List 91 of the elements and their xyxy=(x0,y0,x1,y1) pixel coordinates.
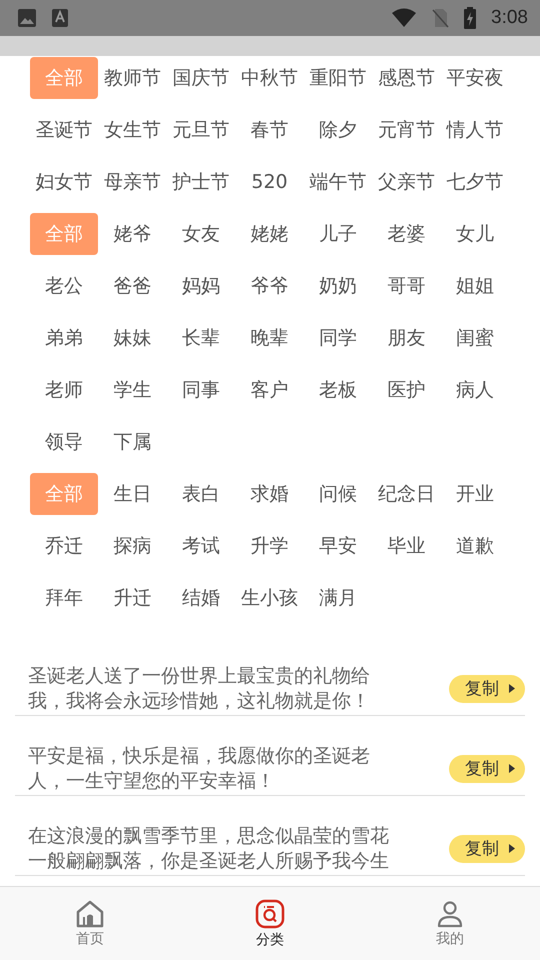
filter-tag[interactable]: 毕业 xyxy=(372,525,440,567)
filter-tag[interactable]: 护士节 xyxy=(167,161,235,203)
filter-tag[interactable]: 乔迁 xyxy=(30,525,98,567)
filter-tag[interactable]: 同事 xyxy=(167,369,235,411)
filter-tag[interactable]: 除夕 xyxy=(304,109,372,151)
filter-tag[interactable]: 弟弟 xyxy=(30,317,98,359)
battery-icon xyxy=(463,7,478,29)
filter-tag[interactable]: 表白 xyxy=(167,473,235,515)
filter-tag[interactable]: 拜年 xyxy=(30,577,98,619)
filter-tag[interactable]: 中秋节 xyxy=(236,57,304,99)
message-line: 在这浪漫的飘雪季节里，思念似晶莹的雪花 xyxy=(28,824,389,848)
filter-tag[interactable]: 圣诞节 xyxy=(30,109,98,151)
filter-tag[interactable]: 医护 xyxy=(372,369,440,411)
filter-tag[interactable]: 爷爷 xyxy=(236,265,304,307)
filter-tag[interactable]: 母亲节 xyxy=(98,161,166,203)
copy-button[interactable]: 复制 xyxy=(449,754,525,782)
filter-tag[interactable]: 开业 xyxy=(441,473,509,515)
filter-tag[interactable]: 老板 xyxy=(304,369,372,411)
filter-tag[interactable]: 道歉 xyxy=(441,525,509,567)
filter-tag[interactable]: 纪念日 xyxy=(372,473,440,515)
filter-tag[interactable]: 老婆 xyxy=(372,213,440,255)
filter-tag[interactable]: 领导 xyxy=(30,421,98,463)
filter-tag[interactable]: 姥姥 xyxy=(236,213,304,255)
nav-tab[interactable]: 分类 xyxy=(180,887,360,960)
filter-tag[interactable]: 哥哥 xyxy=(372,265,440,307)
message-line: 平安是福，快乐是福，我愿做你的圣诞老 xyxy=(28,744,370,768)
filter-tag[interactable]: 七夕节 xyxy=(441,161,509,203)
filter-tag[interactable]: 求婚 xyxy=(236,473,304,515)
caret-icon xyxy=(509,684,515,693)
caret-icon xyxy=(509,844,515,853)
message-line: 我，我将会永远珍惜她，这礼物就是你！ xyxy=(28,688,370,714)
filter-tag[interactable]: 重阳节 xyxy=(304,57,372,99)
filter-tag[interactable]: 姐姐 xyxy=(441,265,509,307)
filter-tag[interactable]: 姥爷 xyxy=(98,213,166,255)
font-icon xyxy=(51,8,69,28)
filter-tag[interactable]: 爸爸 xyxy=(98,265,166,307)
filter-tag[interactable]: 闺蜜 xyxy=(441,317,509,359)
filter-tag[interactable]: 国庆节 xyxy=(167,57,235,99)
filter-tag[interactable]: 客户 xyxy=(236,369,304,411)
filter-tag[interactable]: 端午节 xyxy=(304,161,372,203)
message-line: 圣诞老人送了一份世界上最宝贵的礼物给 xyxy=(28,664,370,688)
copy-button[interactable]: 复制 xyxy=(449,834,525,862)
filter-tag[interactable]: 下属 xyxy=(98,421,166,463)
filter-tag[interactable]: 女生节 xyxy=(98,109,166,151)
filter-tag[interactable]: 妹妹 xyxy=(98,317,166,359)
filter-tag[interactable]: 520 xyxy=(236,161,304,203)
filter-tag[interactable]: 元宵节 xyxy=(372,109,440,151)
filter-tag[interactable]: 儿子 xyxy=(304,213,372,255)
message-line: 人，一生守望您的平安幸福！ xyxy=(28,768,275,794)
no-sim-icon xyxy=(431,8,450,28)
filter-tag[interactable]: 问候 xyxy=(304,473,372,515)
filter-tag[interactable]: 教师节 xyxy=(98,57,166,99)
filter-tag[interactable]: 父亲节 xyxy=(372,161,440,203)
filter-tag[interactable]: 探病 xyxy=(98,525,166,567)
filter-tag[interactable]: 春节 xyxy=(236,109,304,151)
nav-tab[interactable]: 我的 xyxy=(360,887,540,960)
filter-tag[interactable]: 生小孩 xyxy=(236,577,304,619)
filter-tag[interactable]: 生日 xyxy=(98,473,166,515)
filter-tag[interactable]: 老公 xyxy=(30,265,98,307)
filter-tag[interactable]: 晚辈 xyxy=(236,317,304,359)
image-icon xyxy=(17,8,37,28)
filter-tag[interactable]: 同学 xyxy=(304,317,372,359)
filter-tag[interactable]: 考试 xyxy=(167,525,235,567)
house-icon xyxy=(75,900,105,928)
filter-tag[interactable]: 学生 xyxy=(98,369,166,411)
filter-tag[interactable]: 升迁 xyxy=(98,577,166,619)
filter-tag[interactable]: 女儿 xyxy=(441,213,509,255)
person-icon xyxy=(436,900,464,928)
filter-tag[interactable]: 妈妈 xyxy=(167,265,235,307)
filter-tag[interactable]: 元旦节 xyxy=(167,109,235,151)
search-icon xyxy=(255,898,285,928)
filter-tag[interactable]: 朋友 xyxy=(372,317,440,359)
filter-tag[interactable]: 满月 xyxy=(304,577,372,619)
nav-tab[interactable]: 首页 xyxy=(0,887,180,960)
filter-tag[interactable]: 病人 xyxy=(441,369,509,411)
filter-tag[interactable]: 感恩节 xyxy=(372,57,440,99)
caret-icon xyxy=(509,764,515,773)
filter-tag[interactable]: 长辈 xyxy=(167,317,235,359)
filter-tag[interactable]: 情人节 xyxy=(441,109,509,151)
copy-button[interactable]: 复制 xyxy=(449,674,525,702)
filter-tag[interactable]: 老师 xyxy=(30,369,98,411)
filter-tag[interactable]: 妇女节 xyxy=(30,161,98,203)
filter-tag[interactable]: 奶奶 xyxy=(304,265,372,307)
filter-tag[interactable]: 结婚 xyxy=(167,577,235,619)
status-time: 3:08 xyxy=(491,7,528,29)
filter-tag[interactable]: 平安夜 xyxy=(441,57,509,99)
message-line: 一般翩翩飘落，你是圣诞老人所赐予我今生 xyxy=(28,848,389,874)
wifi-icon xyxy=(391,8,418,28)
filter-tag[interactable]: 早安 xyxy=(304,525,372,567)
filter-tag[interactable]: 女友 xyxy=(167,213,235,255)
filter-tag[interactable]: 升学 xyxy=(236,525,304,567)
